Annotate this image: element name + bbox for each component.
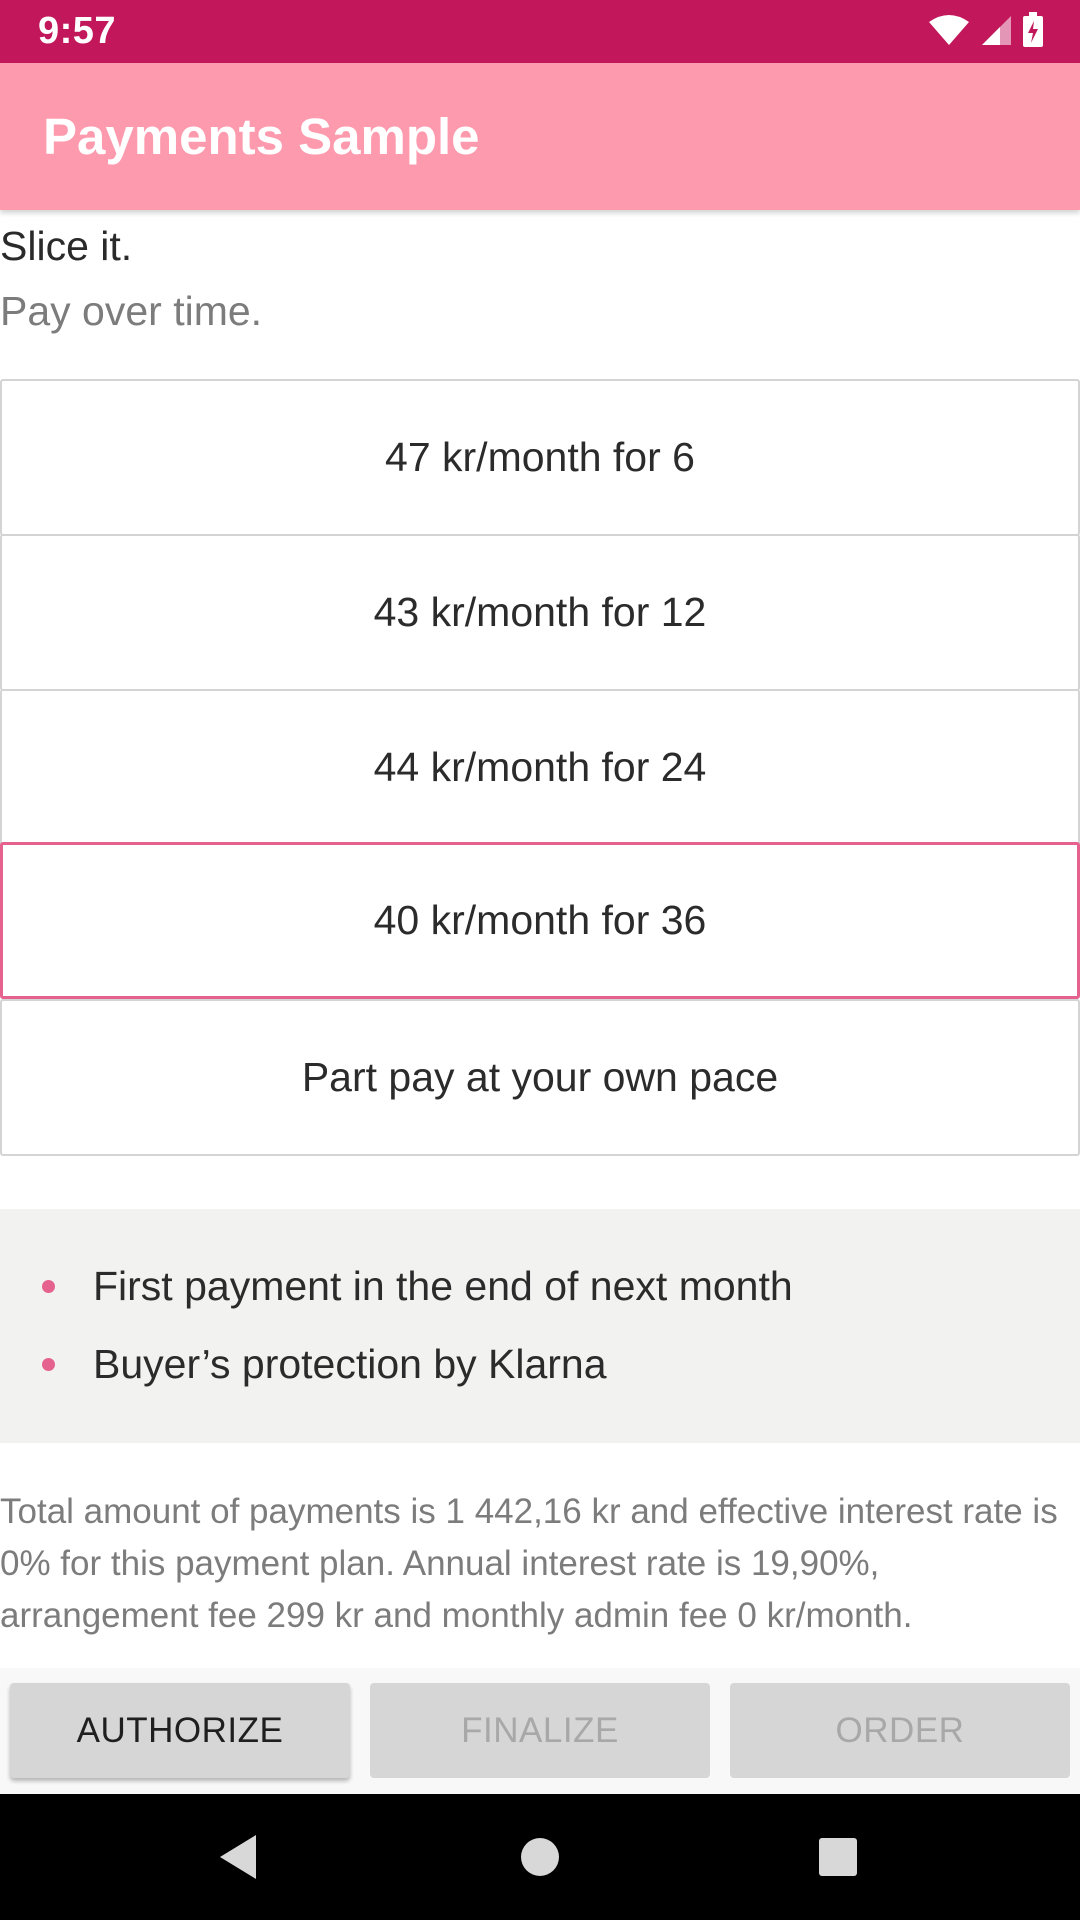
info-bullet-item: First payment in the end of next month	[0, 1256, 1080, 1316]
disclaimer-text: Total amount of payments is 1 442,16 kr …	[0, 1492, 1058, 1635]
status-bar: 9:57	[0, 0, 1080, 63]
section-subtitle: Pay over time.	[0, 288, 263, 334]
payment-option-own-pace[interactable]: Part pay at your own pace	[0, 999, 1080, 1156]
order-button[interactable]: ORDER	[730, 1683, 1070, 1778]
back-icon[interactable]	[178, 1794, 298, 1920]
info-bullet-text: First payment in the end of next month	[93, 1262, 793, 1309]
payment-option-label: 40 kr/month for 36	[373, 897, 707, 943]
authorize-button[interactable]: AUTHORIZE	[10, 1683, 350, 1778]
section-title: Slice it.	[0, 223, 133, 269]
home-icon[interactable]	[480, 1794, 600, 1920]
status-icons	[928, 11, 1044, 53]
action-button-bar: AUTHORIZE FINALIZE ORDER	[0, 1668, 1080, 1794]
wifi-icon	[928, 14, 970, 51]
payment-option-label: 47 kr/month for 6	[385, 434, 695, 480]
info-bullet-text: Buyer’s protection by Klarna	[93, 1340, 607, 1387]
app-title: Payments Sample	[43, 108, 480, 165]
payment-option-label: 43 kr/month for 12	[373, 589, 707, 635]
payment-option-12-months[interactable]: 43 kr/month for 12	[0, 534, 1080, 691]
payment-option-label: 44 kr/month for 24	[373, 744, 707, 790]
payment-option-label: Part pay at your own pace	[301, 1054, 779, 1100]
payment-option-6-months[interactable]: 47 kr/month for 6	[0, 379, 1080, 536]
status-time: 9:57	[38, 10, 117, 52]
info-bullet-item: Buyer’s protection by Klarna	[0, 1334, 1080, 1394]
system-nav-bar	[0, 1794, 1080, 1920]
app-bar: Payments Sample	[0, 63, 1080, 210]
bullet-dot-icon	[42, 1279, 55, 1293]
bullet-dot-icon	[42, 1357, 55, 1371]
cell-signal-icon	[980, 14, 1012, 51]
payment-option-24-months[interactable]: 44 kr/month for 24	[0, 689, 1080, 846]
finalize-button[interactable]: FINALIZE	[370, 1683, 710, 1778]
battery-charging-icon	[1022, 11, 1044, 53]
recents-icon[interactable]	[778, 1794, 898, 1920]
payment-option-36-months[interactable]: 40 kr/month for 36	[0, 842, 1080, 999]
info-box: First payment in the end of next month B…	[0, 1209, 1080, 1443]
